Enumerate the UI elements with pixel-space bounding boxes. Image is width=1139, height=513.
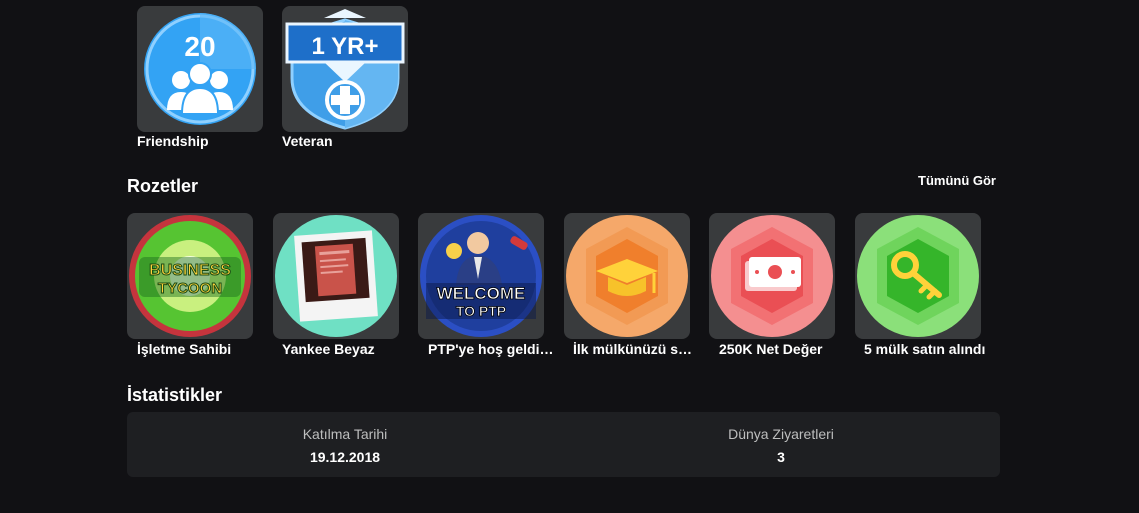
badge-first-property-label[interactable]: İlk mülkünüzü satın aldınız (573, 341, 698, 357)
graduation-cap-icon (566, 215, 688, 337)
badge-first-property[interactable] (564, 213, 690, 339)
badge-yankee-white[interactable] (273, 213, 399, 339)
badge-business-owner-label[interactable]: İşletme Sahibi (137, 341, 267, 357)
badge-250k-net-worth[interactable] (709, 213, 835, 339)
key-icon (857, 215, 979, 337)
business-text: BUSINESS (149, 262, 231, 279)
welcome-ptp-icon: WELCOME TO PTP (420, 215, 542, 337)
stat-place-visits-value: 3 (777, 449, 785, 465)
friendship-label[interactable]: Friendship (137, 133, 267, 149)
polaroid-photo-icon (275, 215, 397, 337)
badge-welcome-ptp-label[interactable]: PTP'ye hoş geldiniz (428, 341, 558, 357)
badge-business-owner[interactable]: BUSINESS TYCOON (127, 213, 253, 339)
veteran-label[interactable]: Veteran (282, 133, 412, 149)
stat-place-visits-label: Dünya Ziyaretleri (728, 426, 834, 442)
cash-icon (711, 215, 833, 337)
stats-panel: Katılma Tarihi 19.12.2018 Dünya Ziyaretl… (127, 412, 1000, 477)
badge-5-properties[interactable] (855, 213, 981, 339)
tycoon-text: TYCOON (158, 280, 222, 297)
stat-join-date-label: Katılma Tarihi (302, 426, 388, 442)
badge-5-properties-label[interactable]: 5 mülk satın alındı (864, 341, 994, 357)
friendship-badge[interactable]: 20 (137, 6, 263, 132)
to-ptp-text: TO PTP (456, 303, 506, 319)
stat-join-date-value: 19.12.2018 (309, 449, 381, 465)
welcome-text: WELCOME (437, 284, 526, 303)
badge-yankee-white-label[interactable]: Yankee Beyaz (282, 341, 412, 357)
badges-section-title: Rozetler (127, 176, 199, 196)
business-tycoon-icon: BUSINESS TYCOON (129, 215, 251, 337)
veteran-shield-icon: 1 YR+ (285, 9, 405, 130)
veteran-banner: 1 YR+ (312, 33, 379, 60)
badge-welcome-ptp[interactable]: WELCOME TO PTP (418, 213, 544, 339)
stats-section-title: İstatistikler (127, 385, 223, 405)
friends-icon: 20 (144, 13, 256, 125)
friendship-count: 20 (184, 31, 215, 62)
veteran-badge[interactable]: 1 YR+ (282, 6, 408, 132)
badge-250k-net-worth-label[interactable]: 250K Net Değer (719, 341, 849, 357)
see-all-badges-link[interactable]: Tümünü Gör (918, 173, 996, 188)
